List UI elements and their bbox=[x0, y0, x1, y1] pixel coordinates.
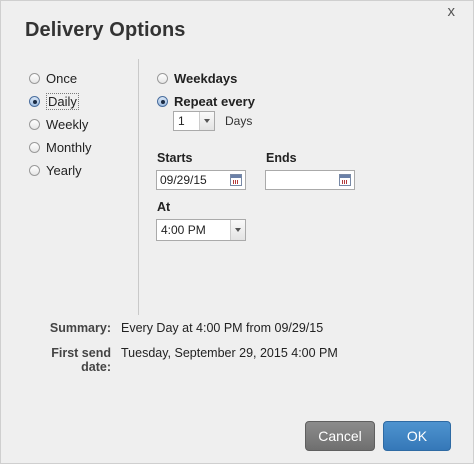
radio-button[interactable] bbox=[157, 96, 168, 107]
radio-button[interactable] bbox=[157, 73, 168, 84]
radio-label: Monthly bbox=[46, 140, 92, 155]
daily-options: Weekdays Repeat every bbox=[157, 67, 255, 113]
radio-weekdays[interactable]: Weekdays bbox=[157, 67, 255, 90]
summary-row: Summary: Every Day at 4:00 PM from 09/29… bbox=[23, 321, 323, 335]
starts-date-field[interactable]: 09/29/15 bbox=[156, 170, 246, 190]
radio-label: Yearly bbox=[46, 163, 82, 178]
summary-label: Summary: bbox=[49, 321, 111, 335]
radio-weekly[interactable]: Weekly bbox=[29, 113, 92, 136]
chevron-down-icon[interactable] bbox=[230, 220, 245, 240]
radio-button[interactable] bbox=[29, 142, 40, 153]
dialog-title: Delivery Options bbox=[25, 19, 186, 41]
radio-daily[interactable]: Daily bbox=[29, 90, 92, 113]
first-send-value: Tuesday, September 29, 2015 4:00 PM bbox=[121, 346, 338, 360]
starts-date-value: 09/29/15 bbox=[160, 173, 207, 187]
radio-monthly[interactable]: Monthly bbox=[29, 136, 92, 159]
radio-button[interactable] bbox=[29, 73, 40, 84]
vertical-divider bbox=[138, 59, 139, 315]
frequency-options: Once Daily Weekly Monthly Yearly bbox=[29, 67, 92, 182]
time-select[interactable]: 4:00 PM bbox=[156, 219, 246, 241]
radio-label: Weekdays bbox=[174, 71, 238, 86]
calendar-icon[interactable] bbox=[230, 174, 242, 186]
radio-button[interactable] bbox=[29, 119, 40, 130]
ends-date-field[interactable] bbox=[265, 170, 355, 190]
ok-button[interactable]: OK bbox=[383, 421, 451, 451]
starts-label: Starts bbox=[157, 151, 193, 165]
close-icon[interactable]: x bbox=[448, 3, 456, 20]
radio-yearly[interactable]: Yearly bbox=[29, 159, 92, 182]
interval-value: 1 bbox=[178, 114, 185, 128]
interval-unit-label: Days bbox=[225, 114, 253, 128]
radio-button[interactable] bbox=[29, 165, 40, 176]
first-send-row: First send date: Tuesday, September 29, … bbox=[23, 346, 338, 374]
first-send-label: First send date: bbox=[51, 346, 111, 374]
radio-label: Weekly bbox=[46, 117, 89, 132]
radio-button[interactable] bbox=[29, 96, 40, 107]
radio-label: Once bbox=[46, 71, 78, 86]
repeat-interval: 1 Days bbox=[173, 111, 252, 131]
calendar-icon[interactable] bbox=[339, 174, 351, 186]
radio-label: Repeat every bbox=[174, 94, 255, 109]
delivery-options-dialog: Delivery Options x Once Daily Weekly Mon… bbox=[0, 0, 474, 464]
cancel-button[interactable]: Cancel bbox=[305, 421, 375, 451]
at-label: At bbox=[157, 200, 171, 214]
ends-label: Ends bbox=[266, 151, 297, 165]
chevron-down-icon[interactable] bbox=[199, 112, 214, 130]
summary-value: Every Day at 4:00 PM from 09/29/15 bbox=[121, 321, 324, 335]
radio-repeat-every[interactable]: Repeat every bbox=[157, 90, 255, 113]
interval-select[interactable]: 1 bbox=[173, 111, 215, 131]
radio-label: Daily bbox=[46, 93, 79, 110]
radio-once[interactable]: Once bbox=[29, 67, 92, 90]
time-value: 4:00 PM bbox=[161, 223, 206, 237]
